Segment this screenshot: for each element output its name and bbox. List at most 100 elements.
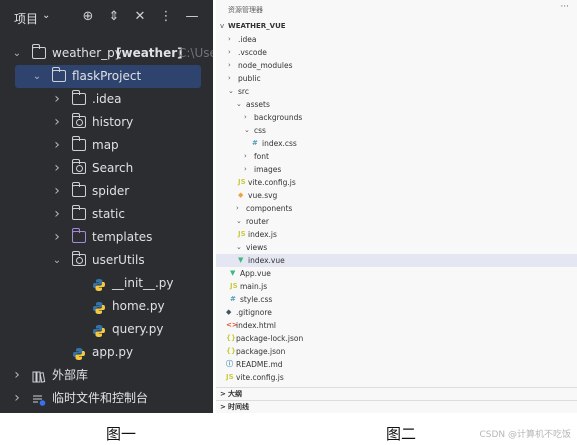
- chevron-down-icon[interactable]: ⌄: [244, 124, 250, 137]
- chevron-down-icon[interactable]: ⌄: [42, 10, 50, 21]
- chevron-right-icon[interactable]: ›: [52, 203, 62, 226]
- explorer-item-gitignore[interactable]: ◆ .gitignore: [216, 306, 577, 319]
- chevron-down-icon[interactable]: ⌄: [236, 241, 242, 254]
- tree-item-static[interactable]: › static: [0, 203, 213, 226]
- explorer-item-components[interactable]: › components: [216, 202, 577, 215]
- explorer-item-package-json[interactable]: {} package.json: [216, 345, 577, 358]
- explorer-item-font[interactable]: › font: [216, 150, 577, 163]
- explorer-item-label: style.css: [240, 295, 273, 304]
- tree-item-[interactable]: › 临时文件和控制台: [0, 387, 213, 410]
- chevron-right-icon[interactable]: ›: [228, 33, 231, 46]
- explorer-item-package-lock-json[interactable]: {} package-lock.json: [216, 332, 577, 345]
- tree-item-search[interactable]: › Search: [0, 157, 213, 180]
- crosshair-icon[interactable]: ⊕: [80, 8, 96, 26]
- python-icon: [92, 323, 106, 337]
- tree-item-query-py[interactable]: query.py: [0, 318, 213, 341]
- tree-item-weather-py[interactable]: ⌄ weather_py[weather]C:\Users\: [0, 42, 213, 65]
- tree-item-[interactable]: › 外部库: [0, 364, 213, 387]
- chevron-right-icon[interactable]: ›: [236, 202, 239, 215]
- explorer-item-src[interactable]: ⌄ src: [216, 85, 577, 98]
- tree-item-idea[interactable]: › .idea: [0, 88, 213, 111]
- chevron-right-icon[interactable]: ›: [52, 134, 62, 157]
- workspace-root[interactable]: v WEATHER_VUE: [216, 20, 577, 33]
- explorer-item-idea[interactable]: › .idea: [216, 33, 577, 46]
- explorer-item-label: router: [246, 217, 269, 226]
- chevron-down-icon[interactable]: ⌄: [32, 65, 42, 88]
- expand-all-icon[interactable]: ⇕: [106, 8, 122, 26]
- explorer-item-index-vue[interactable]: ▼ index.vue: [216, 254, 577, 267]
- explorer-item-vite-config-js[interactable]: JS vite.config.js: [216, 176, 577, 189]
- explorer-item-vscode[interactable]: › .vscode: [216, 46, 577, 59]
- chevron-right-icon[interactable]: ›: [52, 88, 62, 111]
- chevron-down-icon[interactable]: ⌄: [12, 42, 22, 65]
- explorer-item-main-js[interactable]: JS main.js: [216, 280, 577, 293]
- project-title[interactable]: 项目: [14, 10, 38, 27]
- file-type-icon: ▼: [238, 256, 244, 264]
- tree-item-label: history: [92, 115, 134, 129]
- chevron-down-icon[interactable]: ⌄: [236, 98, 242, 111]
- scratch-icon: [32, 392, 46, 406]
- explorer-item-vue-svg[interactable]: ◆ vue.svg: [216, 189, 577, 202]
- explorer-item-router[interactable]: ⌄ router: [216, 215, 577, 228]
- python-icon: [92, 300, 106, 314]
- tree-item-history[interactable]: › history: [0, 111, 213, 134]
- tree-item-templates[interactable]: › templates: [0, 226, 213, 249]
- tree-item-flaskproject[interactable]: ⌄ flaskProject: [15, 65, 201, 88]
- module-folder-icon: [71, 113, 86, 128]
- file-type-icon: ⓘ: [226, 360, 233, 368]
- tree-item-init-py[interactable]: __init__.py: [0, 272, 213, 295]
- timeline-section[interactable]: > 时间线: [216, 400, 577, 413]
- outline-section[interactable]: > 大纲: [216, 387, 577, 400]
- chevron-right-icon[interactable]: ›: [244, 150, 247, 163]
- file-type-icon: JS: [230, 282, 238, 290]
- tree-item-userutils[interactable]: ⌄ userUtils: [0, 249, 213, 272]
- chevron-right-icon[interactable]: ›: [52, 180, 62, 203]
- chevron-down-icon[interactable]: ⌄: [52, 249, 62, 272]
- explorer-item-label: index.css: [262, 139, 297, 148]
- chevron-right-icon[interactable]: ›: [244, 163, 247, 176]
- tree-item-spider[interactable]: › spider: [0, 180, 213, 203]
- explorer-item-label: .vscode: [238, 48, 267, 57]
- tree-item-label: Search: [92, 161, 134, 175]
- file-type-icon: #: [252, 139, 258, 147]
- explorer-item-images[interactable]: › images: [216, 163, 577, 176]
- folder-icon: [71, 90, 86, 105]
- minimize-icon[interactable]: —: [184, 8, 200, 26]
- explorer-item-index-html[interactable]: <> index.html: [216, 319, 577, 332]
- explorer-item-index-css[interactable]: # index.css: [216, 137, 577, 150]
- tree-item-map[interactable]: › map: [0, 134, 213, 157]
- chevron-right-icon[interactable]: ›: [228, 72, 231, 85]
- explorer-item-css[interactable]: ⌄ css: [216, 124, 577, 137]
- explorer-item-vite-config-js[interactable]: JS vite.config.js: [216, 371, 577, 384]
- tree-item-label: static: [92, 207, 125, 221]
- explorer-item-app-vue[interactable]: ▼ App.vue: [216, 267, 577, 280]
- chevron-right-icon[interactable]: ›: [12, 364, 22, 387]
- explorer-item-views[interactable]: ⌄ views: [216, 241, 577, 254]
- tree-item-app-py[interactable]: app.py: [0, 341, 213, 364]
- chevron-right-icon[interactable]: ›: [228, 59, 231, 72]
- chevron-right-icon[interactable]: ›: [244, 111, 247, 124]
- explorer-item-public[interactable]: › public: [216, 72, 577, 85]
- explorer-item-style-css[interactable]: # style.css: [216, 293, 577, 306]
- chevron-down-icon[interactable]: ⌄: [236, 215, 242, 228]
- chevron-right-icon[interactable]: ›: [12, 387, 22, 410]
- explorer-item-backgrounds[interactable]: › backgrounds: [216, 111, 577, 124]
- explorer-item-assets[interactable]: ⌄ assets: [216, 98, 577, 111]
- chevron-right-icon[interactable]: ›: [52, 111, 62, 134]
- explorer-item-label: vite.config.js: [248, 178, 296, 187]
- file-type-icon: JS: [238, 230, 246, 238]
- chevron-right-icon[interactable]: ›: [52, 157, 62, 180]
- tree-item-home-py[interactable]: home.py: [0, 295, 213, 318]
- more-actions-icon[interactable]: ···: [560, 2, 569, 12]
- chevron-right-icon[interactable]: ›: [52, 226, 62, 249]
- collapse-all-icon[interactable]: ✕: [132, 8, 148, 26]
- chevron-right-icon[interactable]: ›: [228, 46, 231, 59]
- explorer-item-readme-md[interactable]: ⓘ README.md: [216, 358, 577, 371]
- explorer-item-label: src: [238, 87, 249, 96]
- explorer-item-label: components: [246, 204, 293, 213]
- chevron-down-icon[interactable]: ⌄: [228, 85, 234, 98]
- more-options-icon[interactable]: ⋮: [158, 8, 174, 26]
- explorer-item-node-modules[interactable]: › node_modules: [216, 59, 577, 72]
- screenshot: 项目 ⌄ ⊕ ⇕ ✕ ⋮ — ⌄ weather_py [weather] C:\Us…: [0, 0, 577, 445]
- explorer-item-index-js[interactable]: JS index.js: [216, 228, 577, 241]
